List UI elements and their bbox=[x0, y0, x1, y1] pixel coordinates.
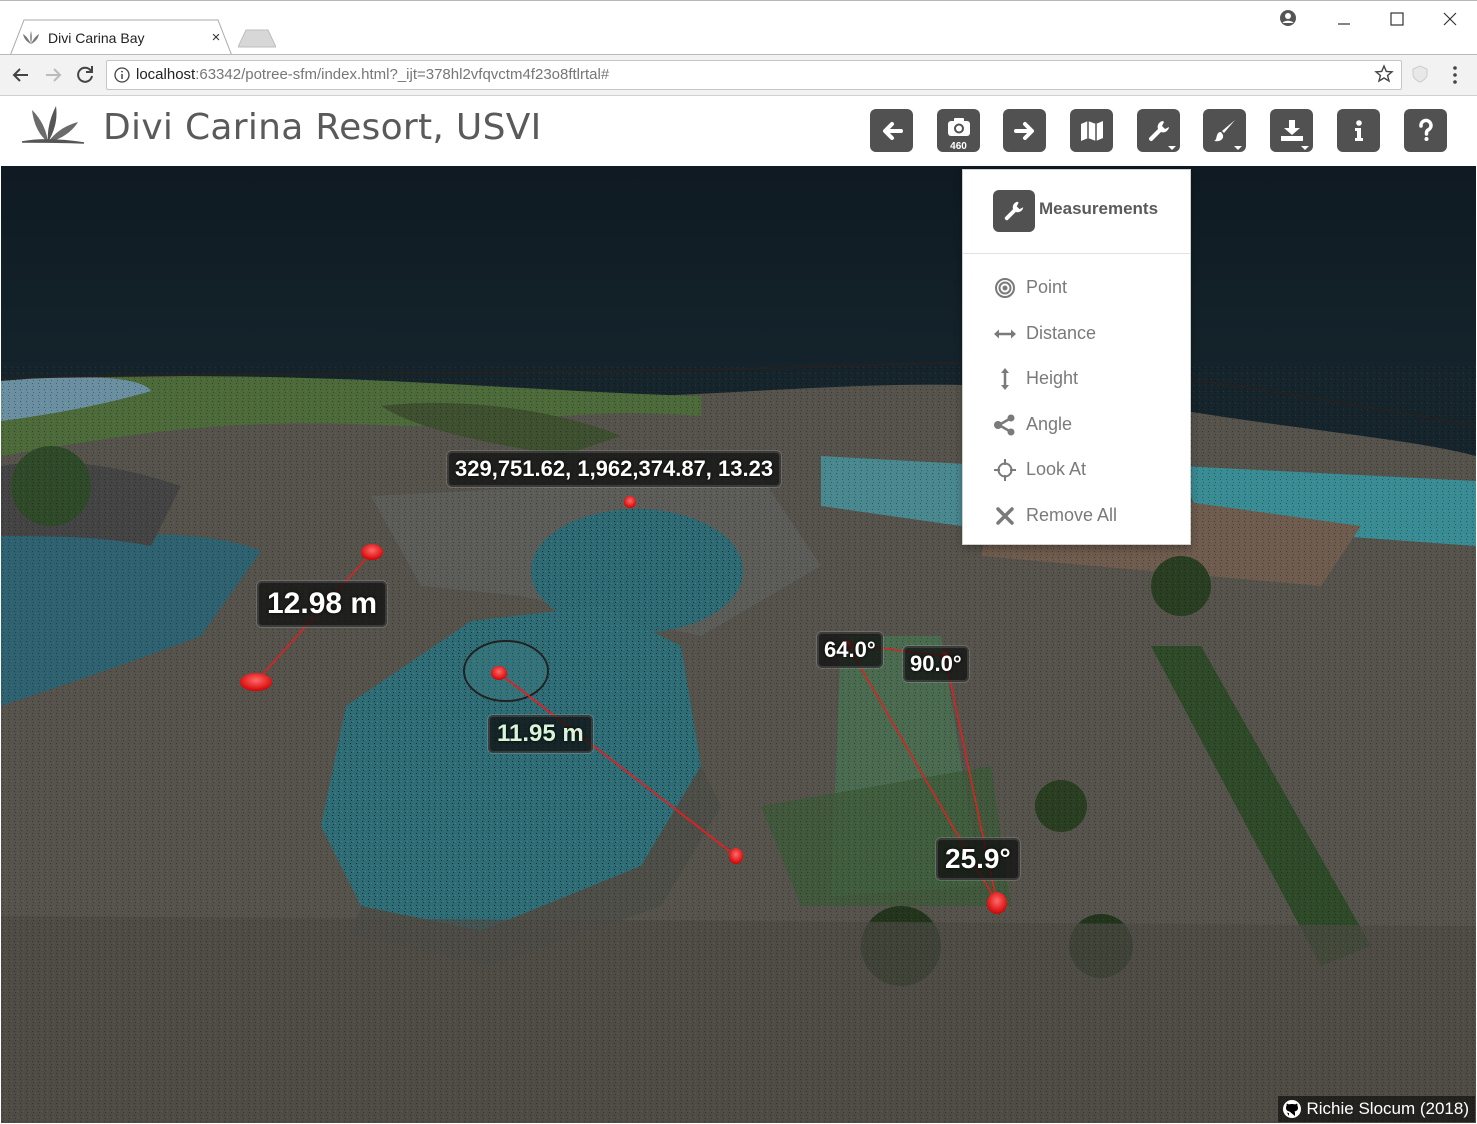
wrench-icon bbox=[1148, 120, 1169, 141]
profile-icon[interactable] bbox=[1279, 9, 1297, 27]
info-icon bbox=[1354, 119, 1363, 141]
map-icon bbox=[1080, 120, 1103, 141]
distance-label: 11.95 m bbox=[488, 715, 593, 753]
distance-label: 12.98 m bbox=[257, 581, 388, 627]
arrow-right-icon bbox=[1013, 121, 1034, 140]
angle-label: 25.9° bbox=[936, 838, 1020, 880]
appearance-button[interactable] bbox=[1203, 109, 1246, 152]
info-button[interactable] bbox=[1337, 109, 1380, 152]
point-coordinate-label: 329,751.62, 1,962,374.87, 13.23 bbox=[447, 451, 782, 487]
menu-item-angle[interactable]: Angle bbox=[963, 403, 1190, 447]
x-icon bbox=[996, 507, 1014, 525]
download-icon bbox=[1280, 119, 1303, 141]
menu-item-label: Height bbox=[1026, 368, 1079, 388]
point-cloud-scene bbox=[1, 361, 1476, 1123]
credit-text: Richie Slocum (2018) bbox=[1306, 1099, 1469, 1118]
browser-tabstrip: Divi Carina Bay × bbox=[0, 0, 1477, 56]
reload-icon[interactable] bbox=[73, 63, 97, 87]
menu-item-look-at[interactable]: Look At bbox=[963, 448, 1190, 492]
close-window-button[interactable] bbox=[1430, 7, 1470, 31]
wrench-icon bbox=[993, 190, 1035, 232]
url-text[interactable]: localhost:63342/potree-sfm/index.html?_i… bbox=[136, 66, 609, 83]
caret-down-icon bbox=[1301, 146, 1309, 150]
dropdown-header: Measurements bbox=[963, 170, 1190, 254]
maximize-button[interactable] bbox=[1377, 7, 1417, 31]
measure-tools-button[interactable] bbox=[1137, 109, 1180, 152]
distance-marker[interactable] bbox=[240, 673, 272, 691]
menu-item-remove-all[interactable]: Remove All bbox=[963, 494, 1190, 538]
share-nodes-icon bbox=[994, 414, 1015, 436]
caret-down-icon bbox=[1234, 146, 1242, 150]
camera-button[interactable]: 460 bbox=[937, 109, 980, 152]
tab-title: Divi Carina Bay bbox=[48, 30, 145, 46]
camera-count: 460 bbox=[950, 141, 967, 152]
caret-down-icon bbox=[1168, 146, 1176, 150]
point-cloud-viewport[interactable]: 329,751.62, 1,962,374.87, 13.23 12.98 m … bbox=[1, 166, 1476, 1123]
next-button[interactable] bbox=[1003, 109, 1046, 152]
site-info-icon[interactable] bbox=[114, 67, 130, 83]
app-title: Divi Carina Resort, USVI bbox=[103, 107, 542, 148]
new-tab-button[interactable] bbox=[238, 29, 276, 48]
tab-close-button[interactable]: × bbox=[208, 29, 224, 46]
extension-shield-icon[interactable] bbox=[1411, 65, 1429, 83]
brush-icon bbox=[1213, 119, 1235, 141]
distance-marker[interactable] bbox=[729, 848, 743, 864]
menu-item-label: Point bbox=[1026, 277, 1068, 297]
arrow-left-icon bbox=[882, 121, 903, 140]
url-host: localhost bbox=[136, 66, 196, 83]
url-path: :63342/potree-sfm/index.html?_ijt=378hl2… bbox=[195, 66, 610, 83]
logo-leaf-icon bbox=[21, 106, 85, 144]
crosshair-icon bbox=[994, 459, 1016, 481]
angle-marker[interactable] bbox=[987, 892, 1007, 914]
angle-label: 64.0° bbox=[817, 632, 883, 668]
measurements-dropdown: Measurements Point Distance Height Angle… bbox=[962, 169, 1191, 545]
camera-icon bbox=[947, 117, 970, 136]
distance-marker[interactable] bbox=[361, 544, 383, 560]
menu-item-label: Look At bbox=[1026, 459, 1087, 479]
bookmark-star-icon[interactable] bbox=[1374, 64, 1394, 84]
menu-item-height[interactable]: Height bbox=[963, 357, 1190, 401]
vertical-arrows-icon bbox=[1001, 368, 1009, 390]
help-button[interactable] bbox=[1404, 109, 1447, 152]
help-icon bbox=[1418, 118, 1433, 141]
back-arrow-icon[interactable] bbox=[9, 63, 33, 87]
menu-item-distance[interactable]: Distance bbox=[963, 312, 1190, 356]
menu-item-point[interactable]: Point bbox=[963, 266, 1190, 310]
target-icon bbox=[995, 278, 1015, 298]
map-button[interactable] bbox=[1070, 109, 1113, 152]
forward-arrow-icon[interactable] bbox=[41, 63, 65, 87]
previous-button[interactable] bbox=[870, 109, 913, 152]
browser-menu-icon[interactable] bbox=[1449, 64, 1461, 86]
horizontal-arrows-icon bbox=[994, 329, 1016, 339]
menu-item-label: Angle bbox=[1026, 414, 1073, 434]
minimize-button[interactable] bbox=[1324, 7, 1364, 31]
menu-item-label: Remove All bbox=[1026, 505, 1118, 525]
angle-label: 90.0° bbox=[903, 646, 969, 682]
distance-marker[interactable] bbox=[491, 666, 507, 680]
github-icon bbox=[1283, 1100, 1302, 1118]
dropdown-title: Measurements bbox=[1039, 199, 1159, 218]
menu-item-label: Distance bbox=[1026, 323, 1097, 343]
tab-favicon-icon bbox=[23, 31, 39, 44]
point-marker[interactable] bbox=[624, 496, 636, 508]
credit-link[interactable]: Richie Slocum (2018) bbox=[1278, 1096, 1475, 1122]
download-button[interactable] bbox=[1270, 109, 1313, 152]
